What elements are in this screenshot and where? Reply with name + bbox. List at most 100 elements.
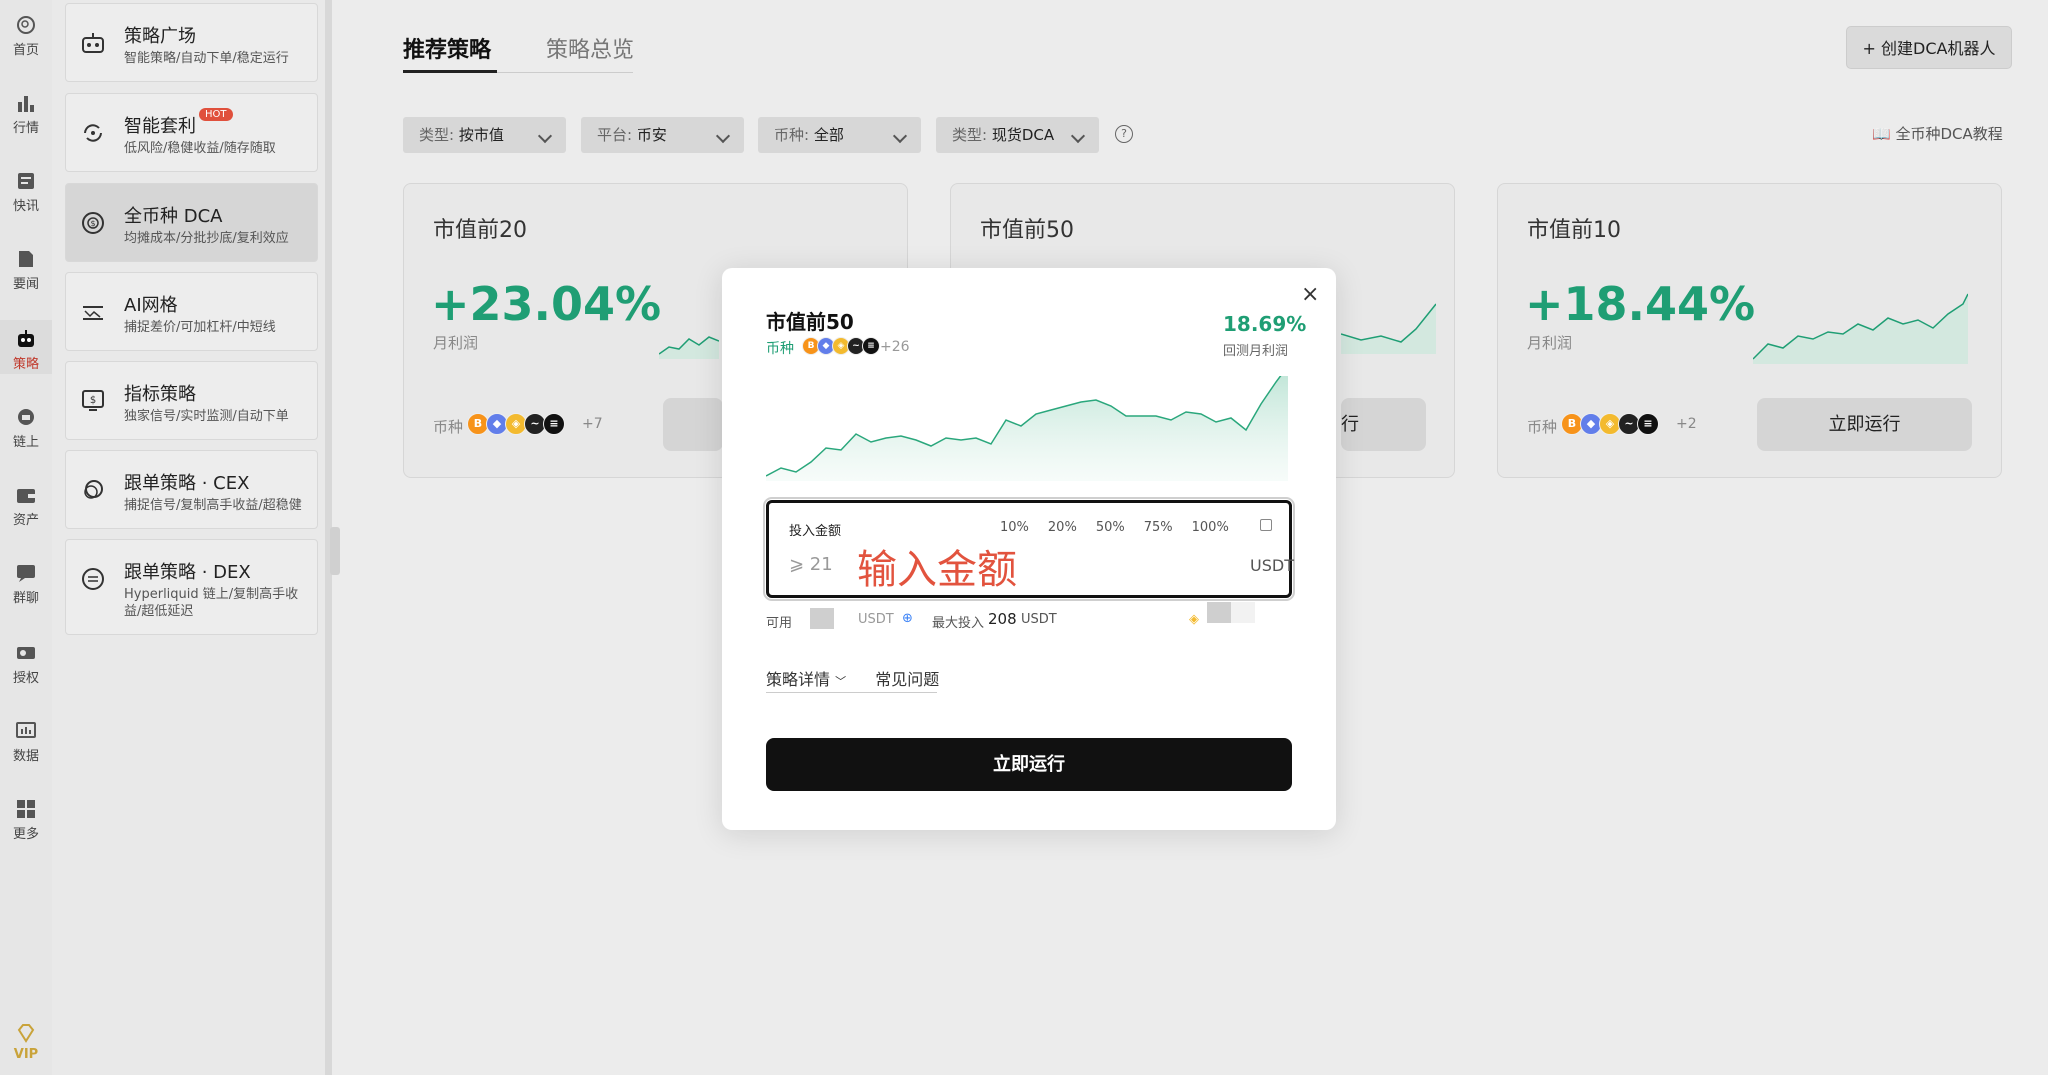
market-icon — [18, 96, 34, 112]
dca-tutorial-link[interactable]: 📖 全币种DCA教程 — [1872, 123, 2003, 144]
card-run-button[interactable] — [663, 398, 723, 451]
menu-title: AI网格 — [124, 295, 178, 316]
add-funds-icon[interactable]: ⊕ — [902, 611, 913, 626]
chat-icon — [17, 565, 35, 582]
tab-recommended[interactable]: 推荐策略 — [403, 32, 491, 64]
coin-icons: B ◆ ◈ ~ ≡ — [1561, 413, 1659, 437]
menu-ai-grid[interactable]: AI网格 捕捉差价/可加杠杆/中短线 — [65, 272, 318, 351]
menu-indicator-strategy[interactable]: $ 指标策略 独家信号/实时监测/自动下单 — [65, 361, 318, 440]
rail-label: 授权 — [12, 671, 39, 686]
flash-news-icon — [18, 173, 34, 189]
chevron-down-icon — [892, 128, 908, 144]
sol-icon: ≡ — [1637, 413, 1659, 435]
tab-overview[interactable]: 策略总览 — [546, 32, 634, 64]
edit-icon[interactable] — [1260, 519, 1272, 531]
rail-flash[interactable]: 快讯 — [0, 170, 52, 214]
modal-more-coins: +26 — [880, 339, 910, 355]
max-label: 最大投入 — [932, 616, 985, 631]
pct-75-button[interactable]: 75% — [1144, 520, 1173, 535]
rail-label: 群聊 — [12, 591, 39, 606]
rail-onchain[interactable]: 链上 — [0, 406, 52, 450]
filter-value: 按市值 — [458, 126, 504, 144]
strategy-sidebar: 策略广场 智能策略/自动下单/稳定运行 智能套利HOT 低风险/稳健收益/随存随… — [52, 0, 332, 1075]
rail-vip[interactable]: VIP — [0, 1022, 52, 1062]
menu-copy-cex[interactable]: 跟单策略 · CEX 捕捉信号/复制高手收益/超稳健 — [65, 450, 318, 529]
card-run-button[interactable]: 行 — [1341, 398, 1426, 451]
rail-data[interactable]: 数据 — [0, 720, 52, 764]
filter-value: 全部 — [813, 126, 844, 144]
menu-title: 全币种 DCA — [124, 206, 223, 227]
rail-label: 资产 — [12, 513, 39, 528]
run-label: 行 — [1341, 414, 1359, 435]
available-value-redacted — [810, 608, 834, 629]
rail-strategy[interactable]: 策略 — [0, 320, 52, 374]
card-sparkline — [1341, 303, 1436, 354]
modal-profit-label: 回测月利润 — [1223, 344, 1289, 359]
pct-50-button[interactable]: 50% — [1096, 520, 1125, 535]
pct-100-button[interactable]: 100% — [1192, 520, 1229, 535]
filter-platform[interactable]: 平台: 币安 — [581, 117, 744, 153]
svg-text:$: $ — [90, 395, 96, 406]
dca-icon: $ — [82, 212, 104, 234]
run-now-button[interactable]: 立即运行 — [766, 738, 1292, 791]
help-icon[interactable]: ? — [1115, 125, 1133, 143]
diamond-icon — [17, 1024, 35, 1043]
sol-icon: ≡ — [543, 413, 565, 435]
card-profit: +18.44% — [1525, 277, 1756, 331]
rail-label: 链上 — [12, 435, 39, 450]
rail-headline[interactable]: 要闻 — [0, 248, 52, 292]
card-more-coins: +2 — [1676, 416, 1697, 432]
pct-20-button[interactable]: 20% — [1048, 520, 1077, 535]
filter-value: 现货DCA — [991, 126, 1055, 144]
menu-subtitle: 低风险/稳健收益/随存随取 — [124, 141, 276, 156]
strategy-modal: × 市值前50 币种 B ◆ ◈ ~ ≡ +26 18.69% 回测月利润 投入金额 1… — [722, 268, 1336, 830]
filter-type[interactable]: 类型: 按市值 — [403, 117, 566, 153]
pct-10-button[interactable]: 10% — [1000, 520, 1029, 535]
rail-market[interactable]: 行情 — [0, 92, 52, 136]
amount-input-box[interactable]: 投入金额 10% 20% 50% 75% 100% ⩾ 21 输入金额 USDT — [763, 497, 1295, 601]
rail-label: 首页 — [12, 43, 39, 58]
coin-small-icon: ◈ — [1189, 612, 1199, 627]
rail-label: 更多 — [12, 827, 39, 842]
amount-placeholder: ⩾ 21 — [789, 554, 833, 575]
filter-dca-type[interactable]: 类型: 现货DCA — [936, 117, 1099, 153]
rail-label: 数据 — [12, 749, 39, 764]
close-icon[interactable]: × — [1301, 282, 1319, 307]
menu-smart-arbitrage[interactable]: 智能套利HOT 低风险/稳健收益/随存随取 — [65, 93, 318, 172]
robot-icon — [82, 33, 104, 53]
rail-chat[interactable]: 群聊 — [0, 562, 52, 606]
filter-label: 类型: — [952, 126, 988, 144]
amount-hint: 输入金额 — [857, 547, 1017, 593]
onchain-icon — [18, 409, 34, 425]
tab-active-underline — [403, 70, 497, 73]
create-dca-bot-button[interactable]: + 创建DCA机器人 — [1846, 26, 2012, 69]
rail-more[interactable]: 更多 — [0, 798, 52, 842]
max-unit: USDT — [1021, 612, 1057, 627]
card-profit: +23.04% — [431, 277, 662, 331]
percent-options: 10% 20% 50% 75% 100% — [1000, 520, 1248, 535]
menu-title: 策略广场 — [124, 26, 196, 47]
headline-icon — [19, 251, 33, 267]
more-grid-icon — [17, 800, 35, 818]
menu-strategy-square[interactable]: 策略广场 智能策略/自动下单/稳定运行 — [65, 3, 318, 82]
chevron-down-icon: ﹀ — [835, 675, 847, 688]
tab-strategy-details[interactable]: 策略详情 ﹀ — [766, 670, 846, 689]
menu-copy-dex[interactable]: 跟单策略 · DEX Hyperliquid 链上/复制高手收益/超低延迟 — [65, 539, 318, 635]
card-run-button[interactable]: 立即运行 — [1757, 398, 1972, 451]
available-unit: USDT — [858, 612, 894, 627]
menu-title: 跟单策略 · CEX — [124, 473, 250, 494]
amount-unit: USDT — [1250, 556, 1294, 575]
grid-icon — [83, 306, 103, 320]
menu-all-coin-dca[interactable]: $ 全币种 DCA 均摊成本/分批抄底/复利效应 — [65, 183, 318, 262]
card-title: 市值前50 — [980, 218, 1074, 243]
rail-auth[interactable]: 授权 — [0, 642, 52, 686]
vip-label: VIP — [13, 1047, 39, 1062]
rail-home[interactable]: 首页 — [0, 14, 52, 58]
strategy-card-top10[interactable]: 市值前10 +18.44% 月利润 币种 B ◆ ◈ ~ ≡ +2 立即运行 — [1497, 183, 2002, 478]
chevron-down-icon — [715, 128, 731, 144]
modal-profit: 18.69% — [1223, 312, 1307, 336]
card-sparkline — [659, 336, 719, 359]
tab-faq[interactable]: 常见问题 — [875, 670, 939, 689]
rail-assets[interactable]: 资产 — [0, 484, 52, 528]
filter-coin[interactable]: 币种: 全部 — [758, 117, 921, 153]
